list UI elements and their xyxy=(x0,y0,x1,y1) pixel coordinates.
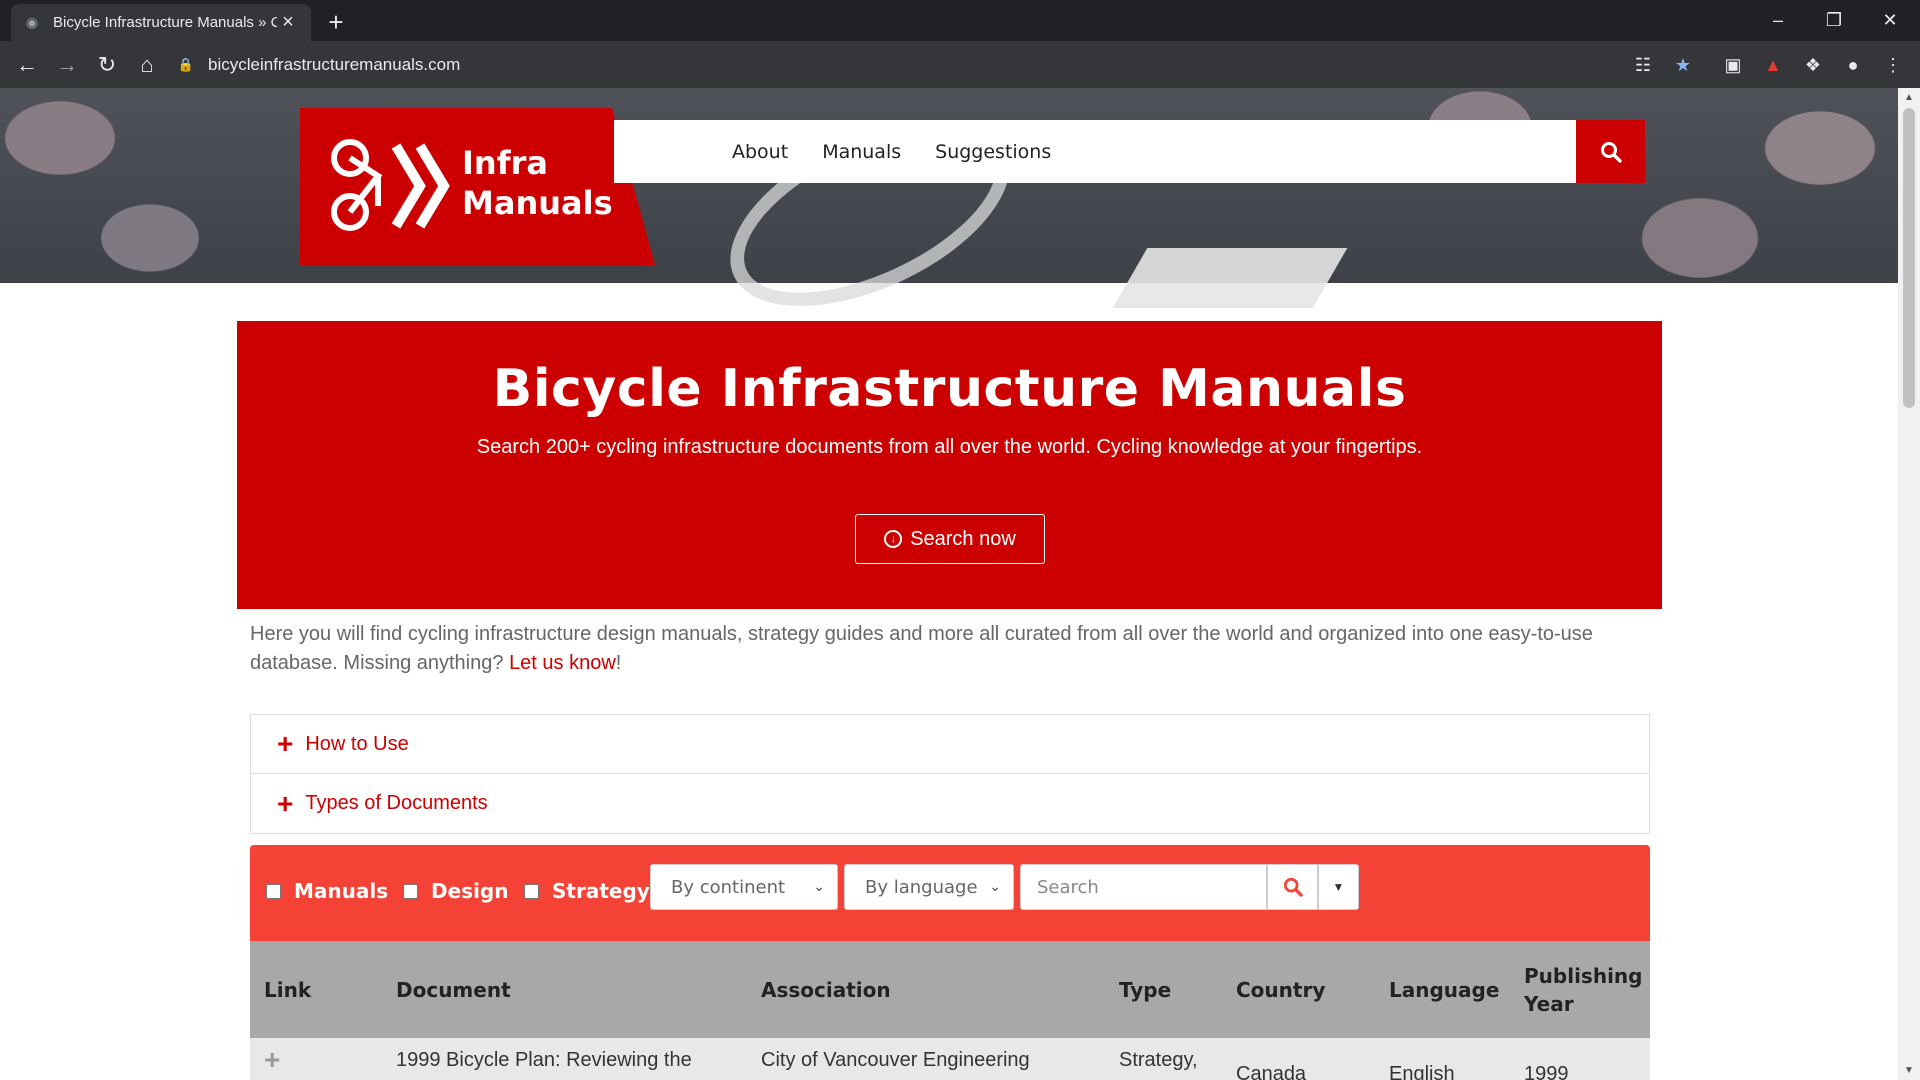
col-header-document[interactable]: Document xyxy=(396,941,511,1038)
intro-tail: ! xyxy=(615,652,622,674)
language-select[interactable]: By language ⌄ xyxy=(844,864,1014,910)
col-header-association[interactable]: Association xyxy=(761,941,891,1038)
translate-icon[interactable]: ☷ xyxy=(1630,52,1656,78)
plus-icon: + xyxy=(277,787,294,819)
continent-select-value: By continent xyxy=(671,876,786,898)
banner-subtitle: Search 200+ cycling infrastructure docum… xyxy=(476,436,1423,458)
search-icon xyxy=(1600,141,1622,163)
tab-title: Bicycle Infrastructure Manuals » C xyxy=(53,14,277,31)
search-options-dropdown[interactable]: ▼ xyxy=(1318,864,1359,910)
cell-language: English xyxy=(1389,1063,1455,1080)
checkbox-label: Design xyxy=(431,879,509,903)
cell-document: 1999 Bicycle Plan: Reviewing the xyxy=(396,1049,692,1071)
caret-down-icon: ▼ xyxy=(1332,880,1345,894)
expand-row-icon[interactable]: + xyxy=(264,1044,280,1076)
intro-body: Here you will find cycling infrastructur… xyxy=(250,623,1593,674)
filter-design-checkbox[interactable]: Design xyxy=(403,879,508,903)
table-row[interactable]: + 1999 Bicycle Plan: Reviewing the City … xyxy=(250,1038,1650,1080)
page-viewport: Infra Manuals About Manuals Suggestions … xyxy=(0,88,1898,1080)
address-bar[interactable]: 🔒 bicycleinfrastructuremanuals.com xyxy=(178,47,1618,83)
intro-text: Here you will find cycling infrastructur… xyxy=(250,620,1650,678)
home-icon[interactable]: ⌂ xyxy=(132,50,162,80)
browser-toolbar: ← → ↻ ⌂ 🔒 bicycleinfrastructuremanuals.c… xyxy=(0,41,1920,88)
cell-country: Canada xyxy=(1236,1063,1307,1080)
page-title: Bicycle Infrastructure Manuals xyxy=(492,359,1407,419)
continent-select[interactable]: By continent ⌄ xyxy=(650,864,838,910)
scroll-down-icon[interactable]: ▼ xyxy=(1904,1065,1914,1076)
main-nav: About Manuals Suggestions xyxy=(614,120,1576,183)
col-header-country[interactable]: Country xyxy=(1236,941,1325,1038)
filter-strategy-checkbox[interactable]: Strategy xyxy=(524,879,650,903)
hero-banner: Bicycle Infrastructure Manuals Search 20… xyxy=(237,321,1662,609)
accordion-label: How to Use xyxy=(305,732,409,755)
menu-kebab-icon[interactable]: ⋮ xyxy=(1880,52,1906,78)
back-icon[interactable]: ← xyxy=(12,50,42,80)
header-search-button[interactable] xyxy=(1576,120,1645,183)
site-logo[interactable]: Infra Manuals xyxy=(300,108,655,265)
accordion-types-of-documents[interactable]: + Types of Documents xyxy=(251,774,1649,833)
nav-suggestions[interactable]: Suggestions xyxy=(935,141,1051,163)
col-header-language[interactable]: Language xyxy=(1389,941,1499,1038)
site-favicon-icon: ◉ xyxy=(25,14,39,30)
hero-image xyxy=(0,88,1898,345)
forward-icon[interactable]: → xyxy=(52,50,82,80)
plus-icon: + xyxy=(277,728,294,759)
logo-line-1: Infra xyxy=(462,144,548,182)
checkbox-box[interactable] xyxy=(266,883,281,899)
chevron-down-icon: ⌄ xyxy=(989,879,1001,895)
col-header-link[interactable]: Link xyxy=(264,941,311,1038)
arrow-down-circle-icon: ↓ xyxy=(884,530,903,548)
pdf-extension-icon[interactable]: ▲ xyxy=(1760,52,1786,78)
accordion-label: Types of Documents xyxy=(305,792,488,814)
tab-close-icon[interactable]: × xyxy=(277,11,299,34)
col-header-type[interactable]: Type xyxy=(1119,941,1171,1038)
filter-manuals-checkbox[interactable]: Manuals xyxy=(266,879,388,903)
checkbox-box[interactable] xyxy=(524,883,539,899)
let-us-know-link[interactable]: Let us know xyxy=(509,652,616,674)
minimize-icon[interactable]: – xyxy=(1750,0,1806,41)
table-search-button[interactable] xyxy=(1267,864,1318,910)
cell-type: Strategy, xyxy=(1119,1049,1198,1071)
browser-tab[interactable]: ◉ Bicycle Infrastructure Manuals » C × xyxy=(11,4,311,41)
checkbox-label: Strategy xyxy=(552,879,650,903)
extension-image-icon[interactable]: ▣ xyxy=(1720,52,1746,78)
table-search-input[interactable] xyxy=(1037,876,1266,898)
page-scrollbar[interactable]: ▲ ▼ xyxy=(1898,88,1920,1080)
cell-year: 1999 xyxy=(1524,1063,1569,1080)
extensions-puzzle-icon[interactable]: ❖ xyxy=(1800,52,1826,78)
cell-association: City of Vancouver Engineering xyxy=(761,1049,1030,1071)
language-select-value: By language xyxy=(865,876,978,898)
reload-icon[interactable]: ↻ xyxy=(92,50,122,80)
browser-tabstrip: ◉ Bicycle Infrastructure Manuals » C × +… xyxy=(0,0,1920,41)
info-accordion: + How to Use + Types of Documents xyxy=(250,714,1650,834)
checkbox-box[interactable] xyxy=(403,883,418,899)
table-header: Link Document Association Type Country L… xyxy=(250,941,1650,1038)
lock-icon: 🔒 xyxy=(177,57,195,72)
close-window-icon[interactable]: ✕ xyxy=(1862,0,1918,41)
accordion-how-to-use[interactable]: + How to Use xyxy=(251,715,1649,774)
bike-logo-icon xyxy=(331,139,450,231)
new-tab-icon[interactable]: + xyxy=(322,7,350,37)
col-header-publishing-year[interactable]: Publishing Year xyxy=(1524,941,1644,1038)
search-now-button[interactable]: ↓ Search now xyxy=(855,514,1045,564)
scroll-up-icon[interactable]: ▲ xyxy=(1904,92,1914,103)
nav-manuals[interactable]: Manuals xyxy=(822,141,901,163)
search-icon xyxy=(1283,877,1303,897)
restore-icon[interactable]: ❐ xyxy=(1806,0,1862,41)
table-search-field[interactable] xyxy=(1020,864,1267,910)
filter-bar: Manuals Design Strategy By continent ⌄ B… xyxy=(250,845,1650,941)
url-text: bicycleinfrastructuremanuals.com xyxy=(208,55,461,74)
logo-text: Infra Manuals xyxy=(462,143,613,223)
road-marking xyxy=(1112,248,1348,308)
logo-line-2: Manuals xyxy=(462,184,613,222)
nav-about[interactable]: About xyxy=(732,141,788,163)
scrollbar-thumb[interactable] xyxy=(1903,108,1915,408)
profile-icon[interactable]: ● xyxy=(1840,52,1866,78)
chevron-down-icon: ⌄ xyxy=(813,879,825,895)
bookmark-star-icon[interactable]: ★ xyxy=(1670,52,1696,78)
search-now-label: Search now xyxy=(910,527,1016,550)
checkbox-label: Manuals xyxy=(294,879,389,903)
